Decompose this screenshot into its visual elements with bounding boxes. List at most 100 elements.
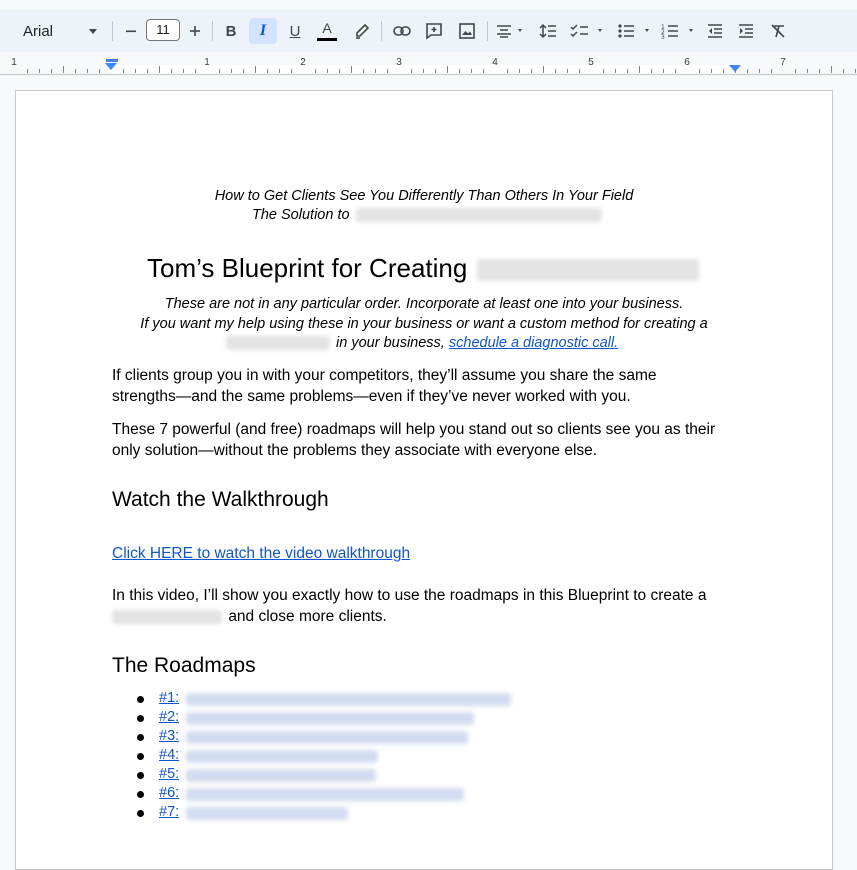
horizontal-ruler[interactable]: 1 1 2 3 4 5 6 7	[0, 52, 857, 76]
ruler-tick	[327, 69, 328, 73]
ruler-number: 1	[11, 57, 17, 68]
ruler-tick	[87, 69, 88, 73]
list-bullet	[137, 696, 144, 703]
add-comment-button[interactable]	[421, 10, 447, 52]
roadmap-link-1[interactable]: #1:	[159, 690, 179, 706]
right-indent-marker-icon[interactable]	[729, 65, 741, 72]
ruler-tick	[231, 69, 232, 73]
paragraph-2-line-1: These 7 powerful (and free) roadmaps wil…	[112, 421, 716, 438]
font-size-input[interactable]: 11	[146, 19, 180, 41]
ruler-tick	[99, 69, 100, 73]
ruler-tick	[147, 69, 148, 73]
underline-button[interactable]: U	[284, 10, 306, 52]
left-indent-marker-icon[interactable]	[105, 63, 117, 70]
highlight-button[interactable]	[350, 10, 374, 52]
ruler-tick	[423, 69, 424, 73]
redacted-text	[186, 731, 468, 744]
redacted-text	[186, 788, 464, 801]
redacted-text	[186, 750, 378, 763]
ruler-tick	[843, 69, 844, 73]
insert-image-button[interactable]	[454, 10, 480, 52]
numbered-list-icon: 123	[661, 24, 693, 39]
italic-button[interactable]: I	[249, 18, 277, 44]
line-spacing-icon	[539, 23, 556, 39]
roadmap-link-6[interactable]: #6:	[159, 785, 179, 801]
numbered-list-button[interactable]: 123	[660, 10, 700, 52]
roadmap-link-5[interactable]: #5:	[159, 766, 179, 782]
decrease-indent-button[interactable]	[703, 10, 727, 52]
intro-line-3-suffix: in your business,	[336, 335, 445, 351]
ruler-tick	[51, 69, 52, 73]
ruler-tick	[579, 69, 580, 73]
ruler-tick	[747, 69, 748, 73]
font-family-select[interactable]: Arial	[13, 10, 105, 52]
redacted-text	[186, 807, 348, 820]
ruler-tick	[63, 66, 64, 73]
ruler-baseline	[0, 74, 857, 75]
ruler-tick	[39, 69, 40, 73]
roadmap-link-7[interactable]: #7:	[159, 804, 179, 820]
insert-link-button[interactable]	[389, 10, 415, 52]
schedule-call-link[interactable]: schedule a diagnostic call.	[449, 335, 618, 351]
font-family-value: Arial	[23, 22, 54, 40]
ruler-tick	[255, 66, 256, 73]
image-icon	[459, 23, 475, 39]
ruler-tick	[603, 69, 604, 73]
ruler-tick	[243, 69, 244, 73]
list-bullet	[137, 715, 144, 722]
checklist-icon	[570, 24, 602, 38]
bulleted-list-icon	[618, 24, 649, 38]
ruler-number: 7	[780, 57, 786, 68]
decrease-indent-icon	[708, 24, 722, 38]
ruler-number: 4	[492, 57, 498, 68]
line-spacing-button[interactable]	[536, 10, 560, 52]
subtitle-line-1: How to Get Clients See You Differently T…	[214, 188, 634, 204]
bold-button[interactable]: B	[220, 10, 242, 52]
text-color-button[interactable]: A	[314, 10, 340, 52]
roadmap-link-3[interactable]: #3:	[159, 728, 179, 744]
redacted-text	[355, 208, 602, 223]
ruler-tick	[171, 69, 172, 73]
align-button[interactable]	[494, 10, 528, 52]
text-color-label: A	[322, 20, 332, 36]
roadmap-link-2[interactable]: #2:	[159, 709, 179, 725]
clear-formatting-button[interactable]	[766, 10, 790, 52]
ruler-tick	[219, 69, 220, 73]
ruler-tick	[519, 69, 520, 73]
ruler-tick	[267, 69, 268, 73]
subtitle-line-2: The Solution to	[252, 207, 602, 223]
redacted-text	[186, 712, 474, 725]
increase-indent-button[interactable]	[734, 10, 758, 52]
ruler-tick	[567, 69, 568, 73]
ruler-tick	[507, 69, 508, 73]
ruler-tick	[195, 69, 196, 73]
ruler-tick	[807, 69, 808, 73]
align-center-icon	[497, 25, 522, 38]
decrease-font-size-button[interactable]	[121, 10, 141, 52]
ruler-tick	[639, 66, 640, 73]
chevron-down-icon	[89, 29, 97, 34]
ruler-tick	[351, 66, 352, 73]
checklist-button[interactable]	[569, 10, 609, 52]
redacted-text	[476, 259, 699, 282]
redacted-text	[186, 693, 511, 706]
document-page[interactable]: How to Get Clients See You Differently T…	[15, 90, 833, 870]
bulleted-list-button[interactable]	[616, 10, 656, 52]
roadmap-link-4[interactable]: #4:	[159, 747, 179, 763]
roadmaps-heading: The Roadmaps	[112, 654, 256, 677]
highlighter-icon	[356, 23, 370, 39]
paragraph-3-line-1: In this video, I’ll show you exactly how…	[112, 587, 707, 604]
ruler-tick	[459, 69, 460, 73]
ruler-tick	[627, 69, 628, 73]
ruler-tick	[183, 69, 184, 73]
list-bullet	[137, 772, 144, 779]
text-color-swatch	[317, 38, 337, 41]
video-walkthrough-link[interactable]: Click HERE to watch the video walkthroug…	[112, 545, 410, 563]
ruler-tick	[663, 69, 664, 73]
ruler-tick	[75, 69, 76, 73]
ruler-tick	[375, 69, 376, 73]
first-line-indent-handle[interactable]	[106, 59, 118, 62]
divider	[112, 21, 113, 41]
increase-font-size-button[interactable]	[185, 10, 205, 52]
ruler-tick	[651, 69, 652, 73]
